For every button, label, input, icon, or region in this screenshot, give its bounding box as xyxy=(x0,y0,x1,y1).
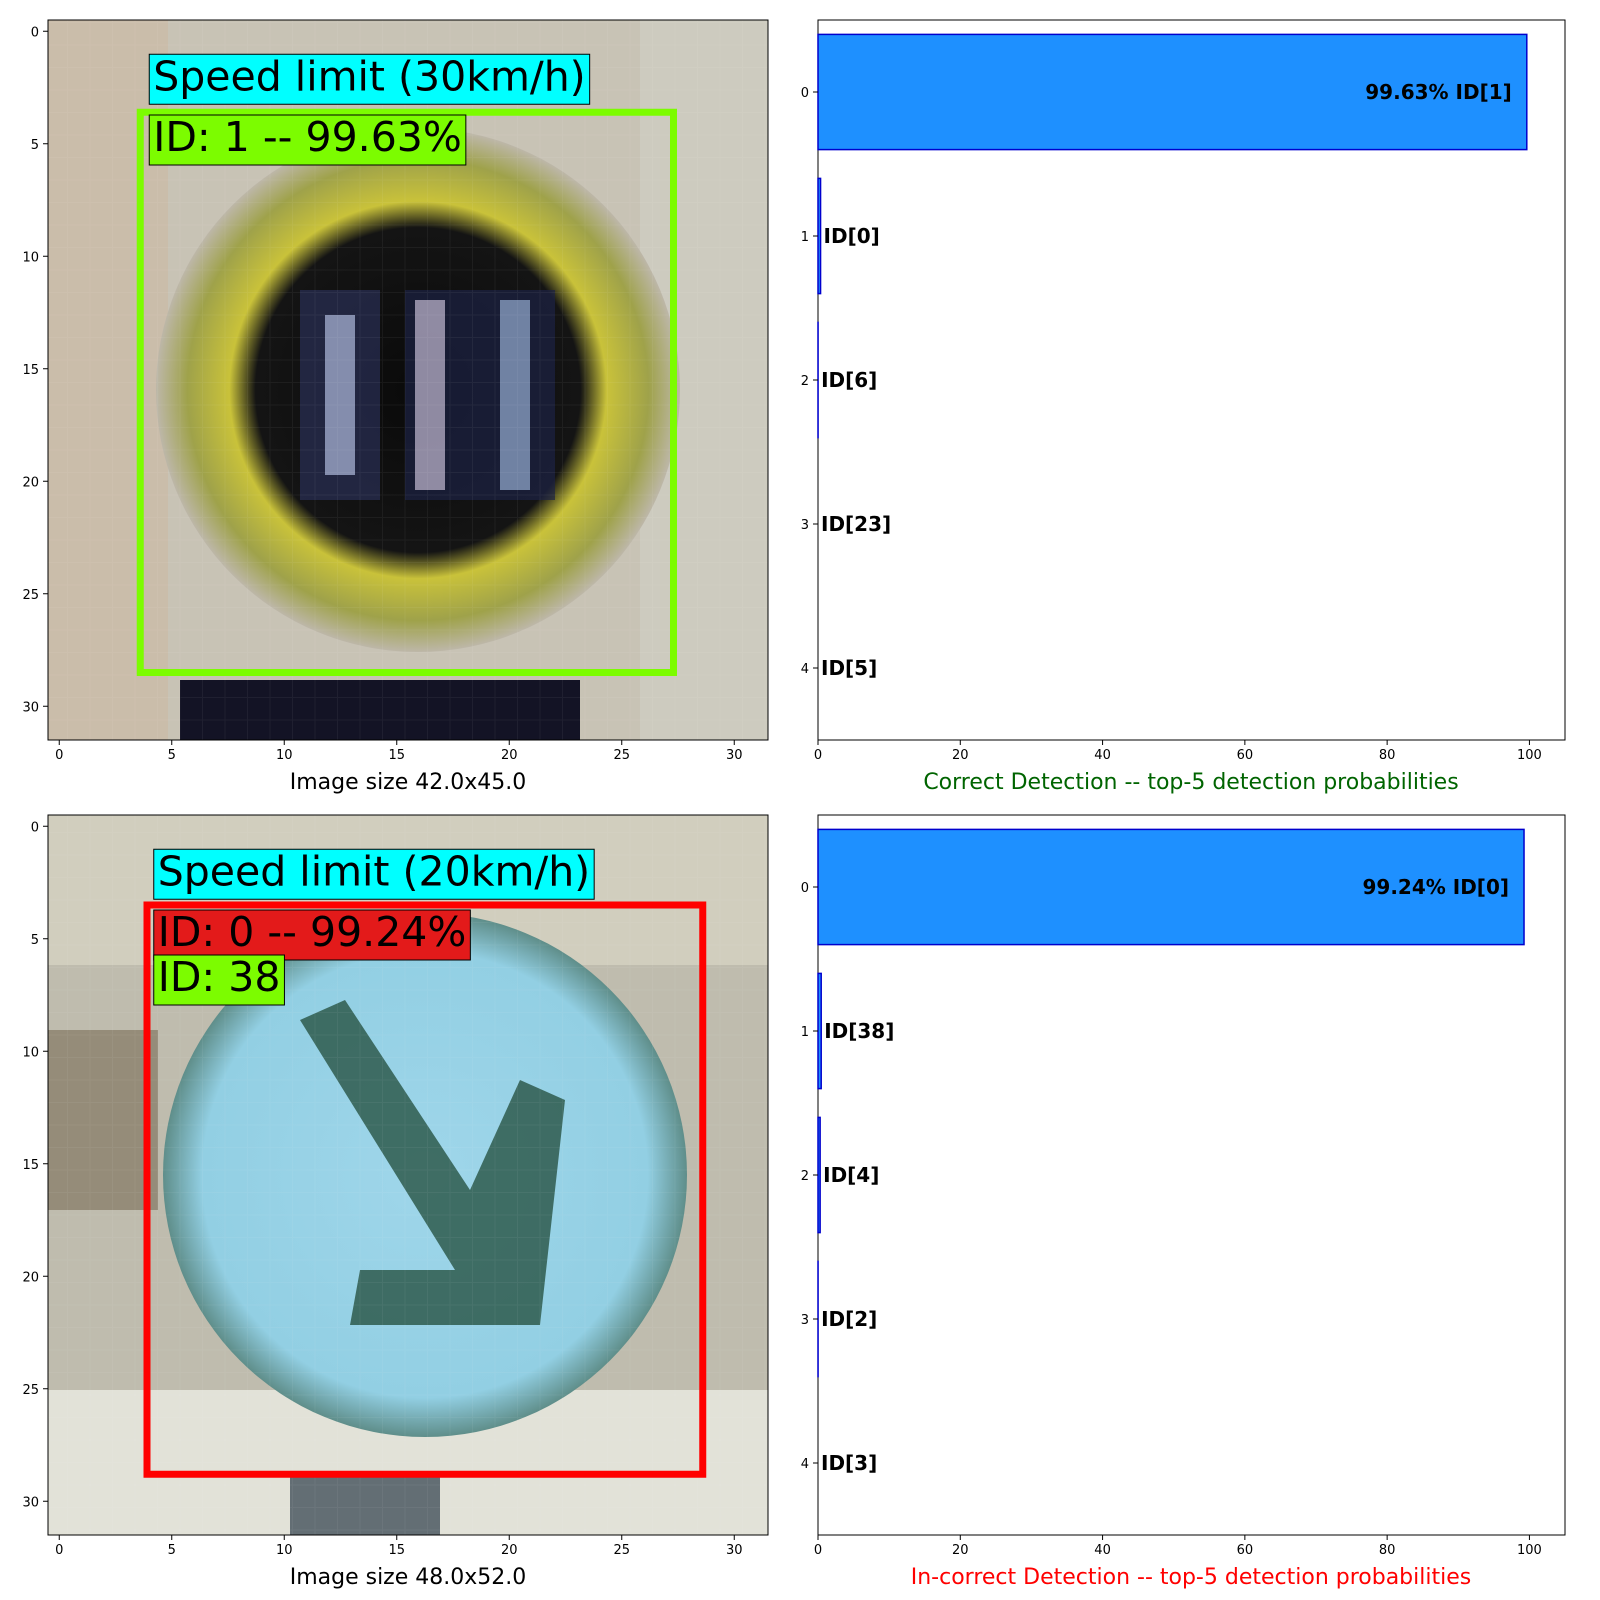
x-tick-label: 25 xyxy=(613,1543,630,1558)
bar-value-label: ID[23] xyxy=(821,512,891,536)
y-tick-label: 2 xyxy=(801,1169,809,1184)
bar-value-label: ID[4] xyxy=(823,1163,879,1187)
figure: 0 5 10 15 20 25 30051015202530 Speed limit (30… xyxy=(22,19,1566,1590)
label-text: ID: 1 -- 99.63% xyxy=(153,113,462,161)
bar-value-label: ID[5] xyxy=(821,656,877,680)
bar-chart-title-top: Correct Detection -- top-5 detection pro… xyxy=(923,770,1458,795)
x-tick-label: 30 xyxy=(726,1543,743,1558)
y-tick-label: 0 xyxy=(31,820,39,835)
x-tick-label: 30 xyxy=(726,748,743,763)
detection-label: ID: 1 -- 99.63% xyxy=(148,113,467,166)
bar-value-label: 99.63% ID[1] xyxy=(1365,80,1512,104)
bar xyxy=(817,1116,821,1234)
label-text: ID: 0 -- 99.24% xyxy=(158,908,467,956)
y-tick-label: 15 xyxy=(22,363,39,378)
x-tick-label: 20 xyxy=(952,748,969,763)
x-tick-label: 15 xyxy=(388,748,405,763)
x-tick-label: 0 xyxy=(55,748,63,763)
x-tick-label: 100 xyxy=(1517,748,1542,763)
x-tick-label: 40 xyxy=(1094,1543,1111,1558)
bar xyxy=(817,177,822,295)
y-tick-label: 20 xyxy=(22,1270,39,1285)
x-tick-label: 20 xyxy=(952,1543,969,1558)
bar-chart-title-bottom: In-correct Detection -- top-5 detection … xyxy=(911,1565,1471,1590)
y-tick-label: 25 xyxy=(22,1383,39,1398)
x-tick-label: 15 xyxy=(388,1543,405,1558)
y-tick-label: 4 xyxy=(801,662,809,677)
x-tick-label: 40 xyxy=(1094,748,1111,763)
bar-value-label: ID[3] xyxy=(821,1451,877,1475)
bar-value-label: 99.24% ID[0] xyxy=(1363,875,1510,899)
x-tick-label: 60 xyxy=(1237,1543,1254,1558)
y-tick-label: 10 xyxy=(22,250,39,265)
y-tick-label: 1 xyxy=(801,230,809,245)
x-tick-label: 80 xyxy=(1379,1543,1396,1558)
y-tick-label: 2 xyxy=(801,374,809,389)
y-tick-label: 3 xyxy=(801,1313,809,1328)
y-tick-label: 1 xyxy=(801,1025,809,1040)
label-text: Speed limit (20km/h) xyxy=(158,847,590,895)
y-tick-label: 5 xyxy=(31,933,39,948)
x-tick-label: 5 xyxy=(168,1543,176,1558)
detection-label: ID: 38 xyxy=(153,953,285,1006)
label-text: Speed limit (30km/h) xyxy=(153,52,585,100)
bar-value-label: ID[2] xyxy=(821,1307,877,1331)
x-tick-label: 60 xyxy=(1237,748,1254,763)
x-tick-label: 80 xyxy=(1379,748,1396,763)
y-tick-label: 4 xyxy=(801,1457,809,1472)
x-tick-label: 20 xyxy=(501,748,518,763)
y-tick-label: 20 xyxy=(22,475,39,490)
x-tick-label: 5 xyxy=(168,748,176,763)
y-tick-label: 25 xyxy=(22,588,39,603)
image-size-label-top: Image size 42.0x45.0 xyxy=(290,770,527,795)
x-tick-label: 20 xyxy=(501,1543,518,1558)
bar-value-label: ID[6] xyxy=(821,368,877,392)
x-tick-label: 0 xyxy=(814,748,822,763)
x-tick-label: 0 xyxy=(55,1543,63,1558)
x-tick-label: 10 xyxy=(276,748,293,763)
y-tick-label: 0 xyxy=(801,86,809,101)
y-tick-label: 30 xyxy=(22,700,39,715)
label-text: ID: 38 xyxy=(158,953,281,1001)
y-tick-label: 3 xyxy=(801,518,809,533)
x-tick-label: 0 xyxy=(814,1543,822,1558)
y-tick-label: 10 xyxy=(22,1045,39,1060)
x-tick-label: 25 xyxy=(613,748,630,763)
y-tick-label: 0 xyxy=(801,881,809,896)
y-tick-label: 15 xyxy=(22,1158,39,1173)
bar-value-label: ID[0] xyxy=(824,224,880,248)
x-tick-label: 100 xyxy=(1517,1543,1542,1558)
y-tick-label: 5 xyxy=(31,138,39,153)
image-size-label-bottom: Image size 48.0x52.0 xyxy=(290,1565,527,1590)
y-tick-label: 0 xyxy=(31,25,39,40)
bar-value-label: ID[38] xyxy=(824,1019,894,1043)
detection-label: Speed limit (30km/h) xyxy=(148,52,591,105)
bar xyxy=(817,972,822,1090)
x-tick-label: 10 xyxy=(276,1543,293,1558)
detection-label: Speed limit (20km/h) xyxy=(153,847,595,900)
y-tick-label: 30 xyxy=(22,1495,39,1510)
